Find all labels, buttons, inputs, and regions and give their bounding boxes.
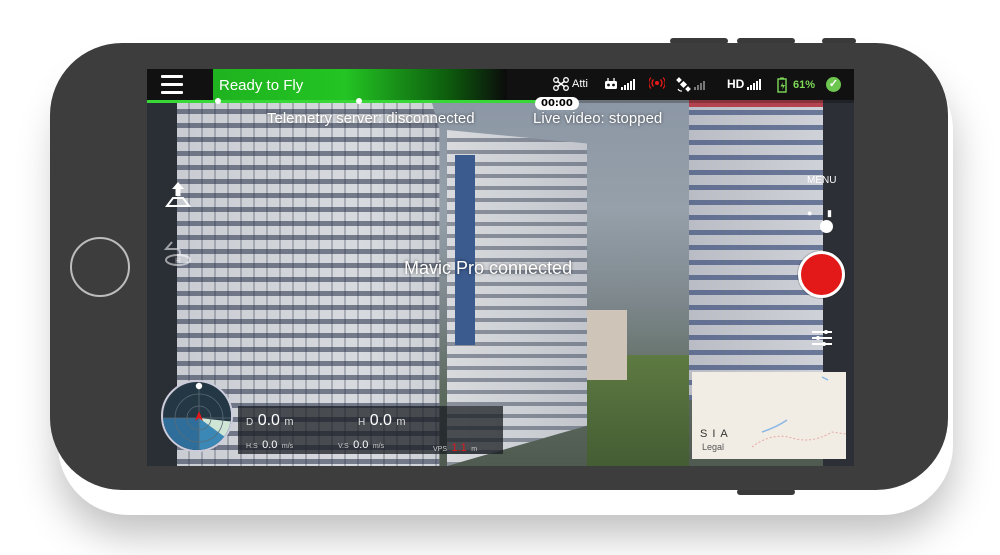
connection-status-text: Mavic Pro connected (404, 258, 573, 278)
battery-icon (777, 77, 787, 93)
telemetry-status-text: Telemetry server: disconnected (267, 110, 475, 127)
gps-signal-bars (694, 79, 705, 90)
record-button[interactable] (798, 251, 845, 298)
progress-marker-1 (215, 98, 221, 104)
flight-status-label: Ready to Fly (219, 77, 304, 94)
menu-icon[interactable] (161, 75, 183, 94)
top-bar: Ready to Fly Atti HD 61% ✓ (147, 69, 854, 100)
signal-warning-icon (649, 77, 665, 89)
signal-warning-indicator[interactable] (649, 77, 665, 89)
building-right (689, 100, 823, 400)
settings-sliders-icon[interactable] (812, 329, 832, 347)
map-legal-link[interactable]: Legal (702, 442, 724, 452)
home-button[interactable] (70, 237, 130, 297)
flight-mode-indicator[interactable]: Atti (553, 77, 588, 91)
horizontal-speed-readout: H.S 0.0 m/s (246, 439, 294, 451)
mini-map[interactable]: SIA Legal (692, 372, 846, 459)
video-quality-label: HD (727, 77, 745, 91)
progress-marker-2 (356, 98, 362, 104)
vps-readout: VPS 1.1 m (433, 442, 478, 454)
remote-signal-indicator[interactable] (604, 77, 635, 91)
building-distant (587, 310, 627, 380)
flight-progress (147, 98, 854, 104)
app-screen: Ready to Fly Atti HD 61% ✓ 00:00 Telemet… (147, 69, 854, 466)
flight-status-bar[interactable]: Ready to Fly (213, 69, 507, 100)
live-video-status-text: Live video: stopped (533, 110, 663, 127)
battery-indicator[interactable]: 61% (776, 77, 815, 93)
drone-icon (553, 77, 569, 91)
camera-menu-button[interactable]: MENU (807, 175, 836, 186)
flight-timer: 00:00 (535, 97, 579, 110)
takeoff-icon[interactable] (162, 180, 194, 215)
height-readout: H 0.0 m (358, 412, 406, 429)
mode-toggle-knob[interactable] (820, 220, 833, 233)
remote-icon (605, 78, 617, 89)
svg-text:H: H (175, 257, 181, 266)
building-blue-facade (455, 155, 475, 345)
distance-readout: D 0.0 m (246, 412, 294, 429)
return-home-icon[interactable]: H (162, 238, 194, 273)
photo-icon: ● (807, 208, 813, 218)
video-quality-indicator[interactable]: HD (727, 77, 762, 91)
video-signal-bars (747, 78, 762, 90)
satellite-icon (676, 77, 691, 92)
gps-indicator[interactable] (676, 77, 705, 92)
device-stage: Ready to Fly Atti HD 61% ✓ 00:00 Telemet… (0, 0, 1000, 555)
photo-video-switch[interactable]: ● ▮ (807, 208, 832, 219)
map-region-label: SIA (700, 428, 733, 440)
vertical-speed-readout: V.S 0.0 m/s (338, 439, 385, 451)
flight-progress-fill (147, 100, 536, 103)
flight-mode-label: Atti (572, 78, 588, 90)
video-icon: ▮ (826, 208, 832, 218)
check-icon[interactable]: ✓ (826, 77, 841, 92)
compass-icon[interactable] (161, 380, 233, 452)
battery-percent: 61% (793, 79, 816, 91)
remote-signal-bars (621, 78, 635, 90)
